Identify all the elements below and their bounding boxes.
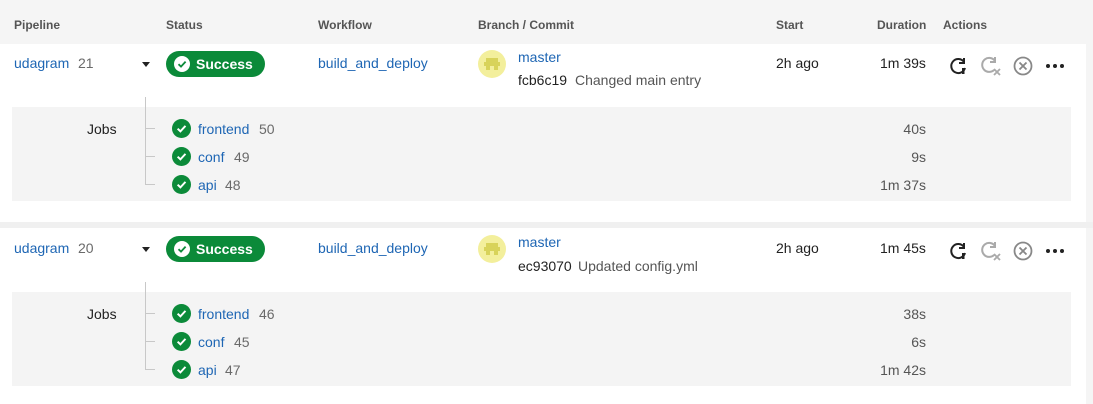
header-pipeline: Pipeline xyxy=(14,18,61,32)
status-label: Success xyxy=(196,241,253,257)
job-name-link[interactable]: frontend xyxy=(198,306,249,322)
check-icon xyxy=(174,56,190,72)
check-icon xyxy=(172,175,191,194)
check-icon xyxy=(172,304,191,323)
pipeline-row: udagram 20 Success build_and_deploy mast… xyxy=(0,228,1086,404)
job-name-link[interactable]: conf xyxy=(198,334,224,350)
job-duration: 1m 42s xyxy=(880,362,926,378)
job-name-link[interactable]: api xyxy=(198,177,217,193)
tree-branch xyxy=(145,184,155,185)
user-avatar-icon xyxy=(478,235,506,263)
status-label: Success xyxy=(196,56,253,72)
check-icon xyxy=(172,360,191,379)
user-avatar-icon xyxy=(478,50,506,78)
expand-caret-icon[interactable] xyxy=(142,247,150,252)
more-icon[interactable] xyxy=(1044,55,1066,77)
check-icon xyxy=(172,332,191,351)
job-duration: 6s xyxy=(911,334,926,350)
header-status: Status xyxy=(166,18,203,32)
job-duration: 38s xyxy=(903,306,926,322)
job-number: 46 xyxy=(259,306,275,322)
pipeline-number: 20 xyxy=(78,240,94,256)
workflow-link[interactable]: build_and_deploy xyxy=(318,55,428,71)
check-icon xyxy=(174,241,190,257)
duration: 1m 45s xyxy=(880,240,926,256)
tree-line xyxy=(145,97,146,185)
job-number: 49 xyxy=(234,149,250,165)
tree-branch xyxy=(145,313,155,314)
tree-branch xyxy=(145,369,155,370)
branch-link[interactable]: master xyxy=(518,49,561,65)
job-number: 48 xyxy=(225,177,241,193)
job-name-link[interactable]: conf xyxy=(198,149,224,165)
commit-message: Changed main entry xyxy=(575,72,702,88)
header-start: Start xyxy=(776,18,804,32)
job-duration: 40s xyxy=(903,121,926,137)
tree-line xyxy=(145,282,146,370)
start-time: 2h ago xyxy=(776,55,819,71)
rerun-icon[interactable] xyxy=(948,240,970,262)
pipeline-row: udagram 21 Success build_and_deploy mast… xyxy=(0,44,1086,222)
header-actions: Actions xyxy=(943,18,988,32)
pipeline-name-link[interactable]: udagram xyxy=(14,55,69,71)
rerun-failed-icon[interactable] xyxy=(980,240,1002,262)
pipeline-number: 21 xyxy=(78,55,94,71)
header-branch-commit: Branch / Commit xyxy=(478,18,575,32)
jobs-panel: Jobs frontend 46 38s conf 45 6s api 47 1… xyxy=(12,282,1071,386)
job-number: 47 xyxy=(225,362,241,378)
tree-branch xyxy=(145,341,155,342)
jobs-panel: Jobs frontend 50 40s conf 49 9s api 48 1… xyxy=(12,97,1071,201)
header-duration: Duration xyxy=(877,18,927,32)
jobs-label: Jobs xyxy=(87,121,117,137)
branch-link[interactable]: master xyxy=(518,234,561,250)
job-duration: 9s xyxy=(911,149,926,165)
cancel-icon[interactable] xyxy=(1012,240,1034,262)
workflow-link[interactable]: build_and_deploy xyxy=(318,240,428,256)
table-header: Pipeline Status Workflow Branch / Commit… xyxy=(0,0,1086,45)
more-icon[interactable] xyxy=(1044,240,1066,262)
cancel-icon[interactable] xyxy=(1012,55,1034,77)
job-name-link[interactable]: frontend xyxy=(198,121,249,137)
job-duration: 1m 37s xyxy=(880,177,926,193)
job-number: 45 xyxy=(234,334,250,350)
expand-caret-icon[interactable] xyxy=(142,62,150,67)
job-name-link[interactable]: api xyxy=(198,362,217,378)
job-number: 50 xyxy=(259,121,275,137)
check-icon xyxy=(172,119,191,138)
tree-branch xyxy=(145,156,155,157)
start-time: 2h ago xyxy=(776,240,819,256)
status-badge[interactable]: Success xyxy=(166,236,265,262)
commit-hash[interactable]: ec93070 xyxy=(518,258,572,274)
rerun-failed-icon[interactable] xyxy=(980,55,1002,77)
status-badge[interactable]: Success xyxy=(166,51,265,77)
rerun-icon[interactable] xyxy=(948,55,970,77)
tree-branch xyxy=(145,128,155,129)
header-workflow: Workflow xyxy=(318,18,372,32)
commit-message: Updated config.yml xyxy=(578,258,698,274)
commit-hash[interactable]: fcb6c19 xyxy=(518,72,567,88)
duration: 1m 39s xyxy=(880,55,926,71)
jobs-label: Jobs xyxy=(87,306,117,322)
pipeline-name-link[interactable]: udagram xyxy=(14,240,69,256)
check-icon xyxy=(172,147,191,166)
